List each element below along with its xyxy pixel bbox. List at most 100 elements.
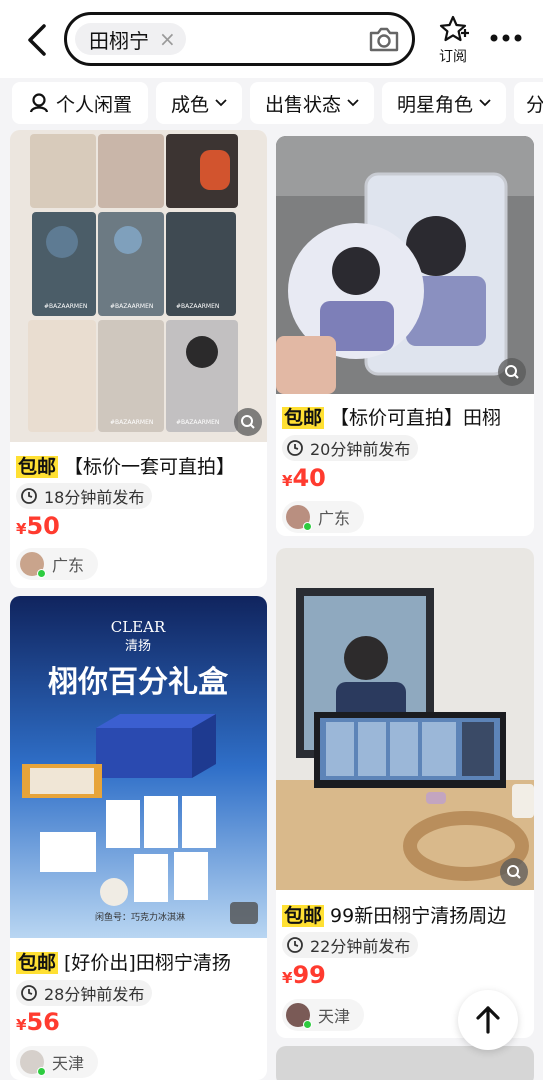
currency-symbol: ¥ <box>282 969 293 987</box>
filter-label: 明星角色 <box>396 93 473 116</box>
clock-icon <box>21 985 37 1001</box>
product-title: 包邮 【标价可直拍】田栩 <box>282 403 530 430</box>
clock-icon <box>21 488 37 504</box>
product-image[interactable] <box>276 136 534 394</box>
price-value: 56 <box>26 1008 60 1036</box>
product-card[interactable]: 包邮 99新田栩宁清扬周边 22分钟前发布 ¥99 天津 <box>276 548 534 1038</box>
location-text: 天津 <box>52 1054 85 1073</box>
price: ¥99 <box>282 961 326 989</box>
seller-location[interactable]: 广东 <box>16 548 99 580</box>
top-bar: 田栩宁 × 订阅 <box>0 0 543 78</box>
back-arrow-icon[interactable] <box>22 22 52 58</box>
price-value: 50 <box>26 512 60 540</box>
product-card[interactable]: #BAZAARMEN #BAZAARMEN #BAZAARMEN #BAZAAR… <box>10 130 267 588</box>
product-title: 包邮 【标价一套可直拍】 <box>16 452 262 479</box>
product-image[interactable]: #BAZAARMEN #BAZAARMEN #BAZAARMEN #BAZAAR… <box>10 130 267 442</box>
filter-label: 成色 <box>170 93 209 116</box>
subscribe-star-icon <box>439 15 469 42</box>
seller-location[interactable]: 天津 <box>16 1046 99 1078</box>
chevron-down-icon <box>347 99 359 107</box>
location-text: 广东 <box>52 556 85 575</box>
product-title-text: [好价出]田栩宁清扬 <box>64 952 231 974</box>
watermark-text: #BAZAARMEN <box>176 419 219 426</box>
online-dot <box>303 1020 312 1029</box>
lens-icon[interactable] <box>498 358 526 386</box>
product-title-text: 【标价一套可直拍】 <box>64 456 236 478</box>
search-query-text: 田栩宁 <box>89 28 149 53</box>
product-title: 包邮 [好价出]田栩宁清扬 <box>16 948 262 975</box>
clock-icon <box>287 440 303 456</box>
chevron-down-icon <box>479 99 491 107</box>
price: ¥56 <box>16 1008 60 1036</box>
online-dot <box>303 522 312 531</box>
online-dot <box>37 569 46 578</box>
banner-text: 栩你百分礼盒 <box>48 665 229 700</box>
product-title-text: 99新田栩宁清扬周边 <box>330 905 507 927</box>
filter-bar: 个人闲置 成色 出售状态 明星角色 分 <box>0 78 543 130</box>
product-card-partial[interactable] <box>276 1046 534 1080</box>
currency-symbol: ¥ <box>16 1016 27 1034</box>
free-shipping-tag: 包邮 <box>282 905 325 927</box>
online-dot <box>37 1067 46 1076</box>
publish-time: 20分钟前发布 <box>282 435 419 461</box>
subscribe-button[interactable]: 订阅 <box>436 14 470 66</box>
filter-personal-idle[interactable]: 个人闲置 <box>12 82 148 124</box>
footnote-text: 闲鱼号：巧克力冰淇淋 <box>95 911 185 923</box>
publish-time-text: 22分钟前发布 <box>310 937 411 956</box>
currency-symbol: ¥ <box>16 520 27 538</box>
publish-time: 18分钟前发布 <box>16 483 153 509</box>
subscribe-label: 订阅 <box>439 49 467 65</box>
back-to-top-button[interactable] <box>458 990 518 1050</box>
search-query-chip[interactable]: 田栩宁 × <box>75 23 186 55</box>
more-icon[interactable] <box>488 28 524 48</box>
publish-time-text: 20分钟前发布 <box>310 440 411 459</box>
free-shipping-tag: 包邮 <box>16 456 59 478</box>
publish-time: 22分钟前发布 <box>282 932 419 958</box>
clock-icon <box>287 937 303 953</box>
publish-time: 28分钟前发布 <box>16 980 153 1006</box>
filter-sale-status[interactable]: 出售状态 <box>250 82 374 124</box>
search-input[interactable]: 田栩宁 × <box>64 12 415 66</box>
filter-label: 出售状态 <box>264 93 341 116</box>
free-shipping-tag: 包邮 <box>282 407 325 429</box>
product-title: 包邮 99新田栩宁清扬周边 <box>282 901 532 928</box>
watermark-text: #BAZAARMEN <box>110 419 153 426</box>
filter-star-role[interactable]: 明星角色 <box>382 82 506 124</box>
filter-condition[interactable]: 成色 <box>156 82 242 124</box>
watermark-text: #BAZAARMEN <box>110 303 153 310</box>
publish-time-text: 28分钟前发布 <box>44 985 145 1004</box>
product-image[interactable]: CLEAR 清扬 栩你百分礼盒 闲鱼号：巧克力冰淇淋 <box>10 596 267 938</box>
person-icon <box>29 93 49 113</box>
avatar <box>286 1003 312 1029</box>
seller-location[interactable]: 广东 <box>282 501 365 533</box>
currency-symbol: ¥ <box>282 472 293 490</box>
seller-location[interactable]: 天津 <box>282 999 365 1031</box>
product-card[interactable]: 包邮 【标价可直拍】田栩 20分钟前发布 ¥40 广东 <box>276 136 534 536</box>
filter-more[interactable]: 分 <box>514 82 543 124</box>
price-value: 99 <box>292 961 326 989</box>
clear-icon[interactable]: × <box>159 29 176 49</box>
camera-icon[interactable] <box>368 25 400 53</box>
lens-icon[interactable] <box>234 408 262 436</box>
price: ¥50 <box>16 512 60 540</box>
filter-label: 个人闲置 <box>55 93 132 116</box>
brand-cn: 清扬 <box>125 639 151 654</box>
brand-en: CLEAR <box>111 618 166 636</box>
product-image[interactable] <box>276 548 534 890</box>
publish-time-text: 18分钟前发布 <box>44 488 145 507</box>
filter-label: 分 <box>526 93 543 116</box>
location-text: 广东 <box>318 509 351 528</box>
free-shipping-tag: 包邮 <box>16 952 59 974</box>
product-title-text: 【标价可直拍】田栩 <box>330 407 502 429</box>
lens-icon[interactable] <box>500 858 528 886</box>
price: ¥40 <box>282 464 326 492</box>
avatar <box>286 505 312 531</box>
avatar <box>20 1050 46 1076</box>
watermark-text: #BAZAARMEN <box>44 303 87 310</box>
price-value: 40 <box>292 464 326 492</box>
watermark-text: #BAZAARMEN <box>176 303 219 310</box>
logo-badge <box>230 902 258 924</box>
chevron-down-icon <box>215 99 227 107</box>
avatar <box>20 552 46 578</box>
product-card[interactable]: CLEAR 清扬 栩你百分礼盒 闲鱼号：巧克力冰淇淋 包邮 [好价出]田栩宁清扬 … <box>10 596 267 1080</box>
